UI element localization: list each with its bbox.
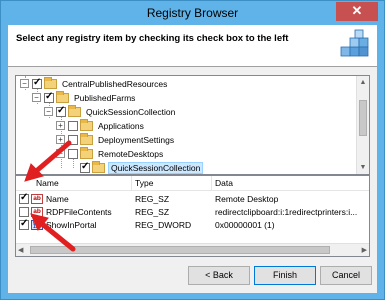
row-checkbox[interactable] <box>19 218 29 230</box>
row-checkbox[interactable] <box>19 192 29 204</box>
cell-type: REG_SZ <box>135 207 170 217</box>
scroll-left-icon[interactable]: ◀ <box>18 244 23 256</box>
cell-data: 0x00000001 (1) <box>215 220 275 230</box>
title-bar[interactable]: Registry Browser ✕ <box>1 1 384 25</box>
collapse-icon[interactable]: − <box>32 93 41 102</box>
cancel-button[interactable]: Cancel <box>320 266 372 285</box>
dialog-client-area: Select any registry item by checking its… <box>8 25 377 293</box>
back-button[interactable]: < Back <box>188 266 250 285</box>
cell-name: RDPFileContents <box>46 207 112 217</box>
list-row-showinportal[interactable]: 011110 ShowInPortal REG_DWORD 0x00000001… <box>16 218 369 232</box>
string-value-icon: ab <box>31 207 43 217</box>
collapse-icon[interactable]: − <box>56 149 65 158</box>
tree-checkbox[interactable] <box>68 134 78 145</box>
registry-tree-panel[interactable]: − CentralPublishedResources − PublishedF… <box>15 75 370 175</box>
finish-button[interactable]: Finish <box>254 266 316 285</box>
collapse-icon[interactable]: − <box>20 79 29 88</box>
tree-item-quick-session-collection-leaf[interactable]: QuickSessionCollection <box>80 160 204 174</box>
tree-item-label: PublishedFarms <box>74 92 136 103</box>
header-band: Select any registry item by checking its… <box>8 25 377 67</box>
tree-item-published-farms[interactable]: − PublishedFarms <box>32 90 137 104</box>
list-row-rdpfilecontents[interactable]: ab RDPFileContents REG_SZ redirectclipbo… <box>16 206 369 219</box>
cell-type: REG_SZ <box>135 194 170 204</box>
tree-item-label: RemoteDesktops <box>98 148 164 159</box>
close-button[interactable]: ✕ <box>336 2 378 21</box>
tree-checkbox[interactable] <box>68 148 78 159</box>
cell-name: Name <box>46 194 69 204</box>
folder-icon <box>80 132 93 145</box>
folder-icon <box>68 104 81 117</box>
expand-icon[interactable]: + <box>56 121 65 130</box>
folder-icon <box>80 146 93 159</box>
collapse-icon[interactable]: − <box>44 107 53 116</box>
scroll-thumb[interactable] <box>359 100 367 136</box>
expand-icon[interactable]: + <box>56 135 65 144</box>
cell-name: ShowInPortal <box>46 220 97 230</box>
tree-item-remote-desktops[interactable]: − RemoteDesktops <box>56 146 165 160</box>
tree-item-label: CentralPublishedResources <box>62 78 168 89</box>
binary-value-icon: 011 110 <box>31 220 43 230</box>
list-header: Name Type Data <box>16 176 369 191</box>
tree-checkbox[interactable] <box>80 161 90 173</box>
close-icon: ✕ <box>351 3 363 18</box>
tree-item-applications[interactable]: + Applications <box>56 118 146 132</box>
tree-item-label: QuickSessionCollection <box>86 106 176 117</box>
cell-data: redirectclipboard:i:1redirectprinters:i.… <box>215 207 358 217</box>
tree-item-quick-session-collection[interactable]: − QuickSessionCollection <box>44 104 177 118</box>
registry-values-list[interactable]: Name Type Data ab Name REG_SZ Remote Des… <box>15 175 370 257</box>
tree-item-central-published-resources[interactable]: − CentralPublishedResources <box>20 76 169 90</box>
list-row-name[interactable]: ab Name REG_SZ Remote Desktop <box>16 192 369 206</box>
cell-type: REG_DWORD <box>135 220 192 230</box>
tree-item-label: DeploymentSettings <box>98 134 175 145</box>
column-header-type[interactable]: Type <box>135 178 153 188</box>
column-header-data[interactable]: Data <box>215 178 233 188</box>
instruction-text: Select any registry item by checking its… <box>16 33 289 44</box>
scroll-thumb[interactable] <box>30 246 330 254</box>
registry-cubes-icon <box>340 29 369 57</box>
tree-item-label-selected: QuickSessionCollection <box>108 161 204 174</box>
column-header-name[interactable]: Name <box>36 178 59 188</box>
scroll-right-icon[interactable]: ▶ <box>362 244 367 256</box>
registry-browser-window: Registry Browser ✕ Select any registry i… <box>0 0 385 300</box>
folder-icon <box>44 76 57 89</box>
list-horizontal-scrollbar[interactable]: ◀ ▶ <box>16 243 369 256</box>
tree-checkbox[interactable] <box>44 91 54 103</box>
tree-checkbox[interactable] <box>68 120 78 131</box>
cell-data: Remote Desktop <box>215 194 279 204</box>
tree-checkbox[interactable] <box>32 77 42 89</box>
tree-vertical-scrollbar[interactable]: ▲ ▼ <box>356 76 369 174</box>
tree-item-label: Applications <box>98 120 144 131</box>
folder-icon <box>92 160 105 173</box>
string-value-icon: ab <box>31 194 43 204</box>
folder-icon <box>80 118 93 131</box>
scroll-up-icon[interactable]: ▲ <box>357 76 369 89</box>
tree-checkbox[interactable] <box>56 105 66 117</box>
folder-icon <box>56 90 69 103</box>
scroll-down-icon[interactable]: ▼ <box>357 161 369 174</box>
row-checkbox[interactable] <box>19 207 29 217</box>
window-title: Registry Browser <box>146 6 239 20</box>
tree-item-deployment-settings[interactable]: + DeploymentSettings <box>56 132 176 146</box>
